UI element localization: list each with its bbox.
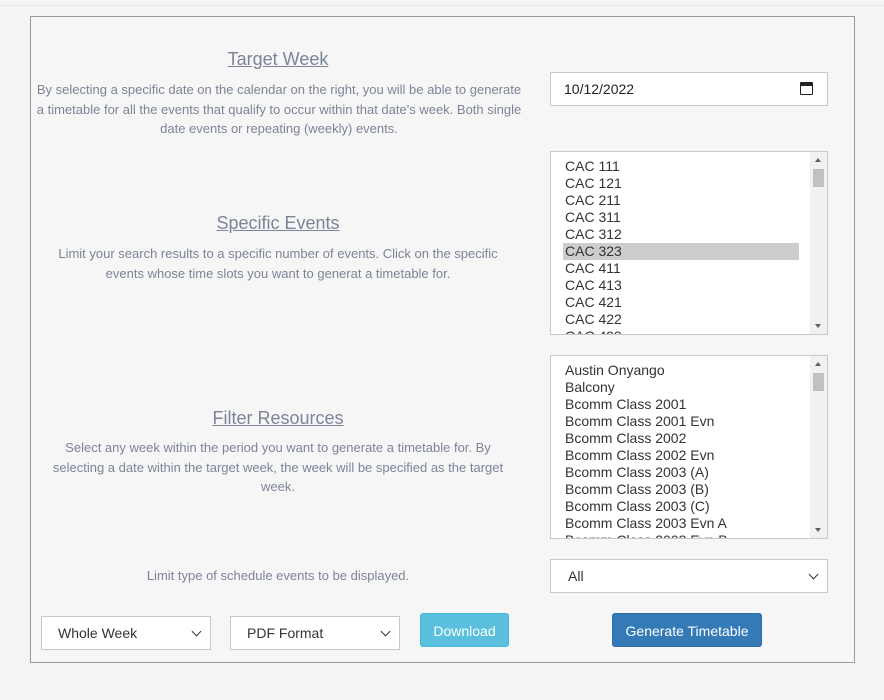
target-date-input[interactable]: 10/12/2022 [550,72,828,106]
resources-scroll-thumb[interactable] [813,373,824,391]
list-option[interactable]: Bcomm Class 2001 [563,396,799,413]
format-select[interactable]: PDF Format [230,616,400,650]
target-week-title: Target Week [227,49,329,69]
list-option[interactable]: Bcomm Class 2001 Evn [563,413,799,430]
target-week-description: By selecting a specific date on the cale… [36,82,522,136]
resources-scrollbar[interactable] [810,356,827,538]
scroll-up-arrow-icon[interactable] [815,362,821,366]
chevron-down-icon [191,626,202,637]
list-option[interactable]: Balcony [563,379,799,396]
chevron-down-icon [808,569,819,580]
top-bar [0,0,884,6]
timetable-form-panel: Target Week By selecting a specific date… [30,16,855,663]
scroll-down-arrow-icon[interactable] [815,324,821,328]
list-option[interactable]: CAC 312 [563,226,799,243]
event-type-select[interactable]: All [550,559,828,593]
events-scroll-thumb[interactable] [813,169,824,187]
list-option[interactable]: CAC 422 [563,311,799,328]
list-option[interactable]: Bcomm Class 2003 (B) [563,481,799,498]
list-option[interactable]: Bcomm Class 2003 (A) [563,464,799,481]
target-date-value: 10/12/2022 [564,81,635,97]
list-option[interactable]: CAC 211 [563,192,799,209]
list-option[interactable]: CAC 323 [563,243,799,260]
generate-timetable-button[interactable]: Generate Timetable [612,613,762,647]
filter-resources-title: Filter Resources [212,408,344,428]
specific-events-title: Specific Events [216,213,340,233]
list-option[interactable]: Bcomm Class 2002 Evn [563,447,799,464]
list-option[interactable]: CAC 499 [563,328,799,334]
chevron-down-icon [380,626,391,637]
format-value: PDF Format [247,625,324,641]
events-scrollbar[interactable] [810,152,827,334]
list-option[interactable]: CAC 411 [563,260,799,277]
events-options: CAC 111 CAC 121 CAC 211 CAC 311 CAC 312 CAC 3… [551,152,827,334]
scroll-up-arrow-icon[interactable] [815,158,821,162]
events-listbox[interactable]: CAC 111 CAC 121 CAC 211 CAC 311 CAC 312 CAC 3… [550,151,828,335]
filter-resources-description: Select any week within the period you wa… [52,440,504,494]
list-option[interactable]: Bcomm Class 2003 Evn A [563,515,799,532]
list-option[interactable]: CAC 121 [563,175,799,192]
resources-listbox[interactable]: Austin Onyango Balcony Bcomm Class 2001 Bco… [550,355,828,539]
list-option[interactable]: Austin Onyango [563,362,799,379]
specific-events-description: Limit your search results to a specific … [58,246,498,281]
event-type-value: All [568,568,584,584]
list-option[interactable]: CAC 413 [563,277,799,294]
event-type-label: Limit type of schedule events to be disp… [146,568,410,583]
list-option[interactable]: Bcomm Class 2003 Evn B [563,532,799,538]
list-option[interactable]: CAC 421 [563,294,799,311]
list-option[interactable]: Bcomm Class 2002 [563,430,799,447]
download-button[interactable]: Download [420,613,509,647]
resources-options: Austin Onyango Balcony Bcomm Class 2001 Bco… [551,356,827,538]
scroll-down-arrow-icon[interactable] [815,528,821,532]
list-option[interactable]: CAC 111 [563,158,799,175]
list-option[interactable]: Bcomm Class 2003 (C) [563,498,799,515]
range-select[interactable]: Whole Week [41,616,211,650]
range-value: Whole Week [58,625,138,641]
list-option[interactable]: CAC 311 [563,209,799,226]
calendar-icon[interactable] [800,82,813,95]
